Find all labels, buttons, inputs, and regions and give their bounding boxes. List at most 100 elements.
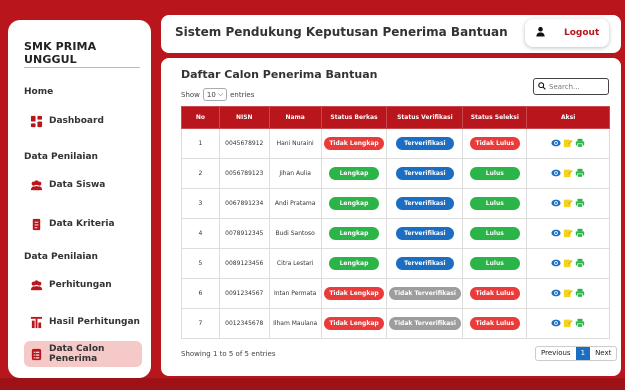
status-berkas-badge: Lengkap [329,197,379,210]
view-icon[interactable] [551,138,561,150]
table-row: 2 0056789123 Jihan Aulia Lengkap Terverifika… [181,158,610,189]
show-entries: Show 10 ⌵ entries [181,88,254,101]
section-label-penilaian-2: Data Penilaian [24,252,98,262]
entries-select-value: 10 [206,90,216,99]
edit-icon[interactable] [563,258,573,270]
sidebar-item-data-kriteria[interactable]: Data Kriteria [24,211,142,237]
cell-status-verifikasi: Terverifikasi [386,218,464,249]
status-verifikasi-badge: Terverifikasi [395,137,454,150]
cell-status-seleksi: Tidak Lulus [462,128,528,159]
cell-aksi [526,308,610,339]
sidebar-item-dashboard[interactable]: Dashboard [24,108,142,134]
document-icon [30,218,43,231]
status-verifikasi-badge: Terverifikasi [395,227,454,240]
print-icon[interactable] [575,198,585,210]
next-button[interactable]: Next [590,347,616,360]
cell-nama: Intan Permata [268,278,322,309]
status-verifikasi-badge: Terverifikasi [395,197,454,210]
column-header-no[interactable]: No [181,106,220,129]
table-header-row: No NISN Nama Status Berkas Status Verifi… [181,106,610,129]
cell-aksi [526,158,610,189]
print-icon[interactable] [575,168,585,180]
status-seleksi-badge: Tidak Lulus [469,287,520,300]
column-header-status-berkas[interactable]: Status Berkas [320,106,388,129]
sidebar-item-data-calon-penerima[interactable]: Data Calon Penerima [24,341,142,367]
list-icon [30,348,43,361]
sidebar-item-hasil-perhitungan[interactable]: Hasil Perhitungan [24,309,142,335]
logout-label: Logout [564,28,600,38]
sidebar-item-label: Data Calon Penerima [49,344,105,364]
status-seleksi-badge: Lulus [469,227,520,240]
column-header-status-seleksi[interactable]: Status Seleksi [462,106,528,129]
sidebar-item-label: Dashboard [49,116,104,126]
view-icon[interactable] [551,198,561,210]
cell-status-verifikasi: Terverifikasi [386,248,464,279]
view-icon[interactable] [551,168,561,180]
print-icon[interactable] [575,228,585,240]
cell-status-seleksi: Tidak Lulus [462,308,528,339]
status-berkas-badge: Tidak Lengkap [324,137,384,150]
cell-aksi [526,128,610,159]
pagination: Previous 1 Next [535,346,618,361]
cell-status-seleksi: Lulus [462,158,528,189]
status-berkas-badge: Lengkap [329,227,379,240]
cell-status-berkas: Lengkap [320,248,388,279]
cell-no: 7 [181,308,220,339]
view-icon[interactable] [551,228,561,240]
search-input[interactable]: Search... [533,78,609,95]
cell-no: 2 [181,158,220,189]
cell-nisn: 0089123456 [218,248,270,279]
cell-status-verifikasi: Terverifikasi [386,188,464,219]
page-button-1[interactable]: 1 [575,347,591,360]
edit-icon[interactable] [563,138,573,150]
view-icon[interactable] [551,288,561,300]
status-berkas-badge: Tidak Lengkap [324,317,384,330]
users-icon [30,279,43,292]
cell-no: 6 [181,278,220,309]
print-icon[interactable] [575,288,585,300]
cell-nama: Andi Pratama [268,188,322,219]
sidebar-item-data-siswa[interactable]: Data Siswa [24,172,142,198]
cell-no: 3 [181,188,220,219]
table-row: 6 0091234567 Intan Permata Tidak Lengkap Tid… [181,278,610,309]
cell-no: 4 [181,218,220,249]
status-seleksi-badge: Lulus [469,197,520,210]
cell-nama: Ilham Maulana [268,308,322,339]
view-icon[interactable] [551,258,561,270]
cell-nama: Hani Nuraini [268,128,322,159]
entries-select[interactable]: 10 ⌵ [202,88,228,101]
previous-button[interactable]: Previous [536,347,576,360]
column-header-nisn[interactable]: NISN [218,106,270,129]
view-icon[interactable] [551,318,561,330]
logout-button[interactable]: Logout [525,19,609,47]
cell-nisn: 0056789123 [218,158,270,189]
edit-icon[interactable] [563,198,573,210]
cell-status-berkas: Tidak Lengkap [320,308,388,339]
print-icon[interactable] [575,318,585,330]
print-icon[interactable] [575,258,585,270]
table-row: 7 0012345678 Ilham Maulana Tidak Lengkap Tid… [181,308,610,339]
cell-nisn: 0045678912 [218,128,270,159]
column-header-aksi: Aksi [526,106,610,129]
cell-status-berkas: Lengkap [320,188,388,219]
status-seleksi-badge: Tidak Lulus [469,137,520,150]
users-icon [30,179,43,192]
edit-icon[interactable] [563,228,573,240]
sidebar-item-perhitungan[interactable]: Perhitungan [24,272,142,298]
status-verifikasi-badge: Terverifikasi [395,167,454,180]
column-header-status-verifikasi[interactable]: Status Verifikasi [386,106,464,129]
cell-status-seleksi: Lulus [462,248,528,279]
show-label: Show [181,90,200,99]
edit-icon[interactable] [563,168,573,180]
column-header-nama[interactable]: Nama [268,106,322,129]
status-seleksi-badge: Lulus [469,257,520,270]
table-row: 3 0067891234 Andi Pratama Lengkap Terverifik… [181,188,610,219]
print-icon[interactable] [575,138,585,150]
edit-icon[interactable] [563,288,573,300]
page-title: Sistem Pendukung Keputusan Penerima Bant… [175,25,508,39]
cell-nama: Budi Santoso [268,218,322,249]
cell-nama: Jihan Aulia [268,158,322,189]
edit-icon[interactable] [563,318,573,330]
cell-nama: Citra Lestari [268,248,322,279]
status-verifikasi-badge: Terverifikasi [395,257,454,270]
